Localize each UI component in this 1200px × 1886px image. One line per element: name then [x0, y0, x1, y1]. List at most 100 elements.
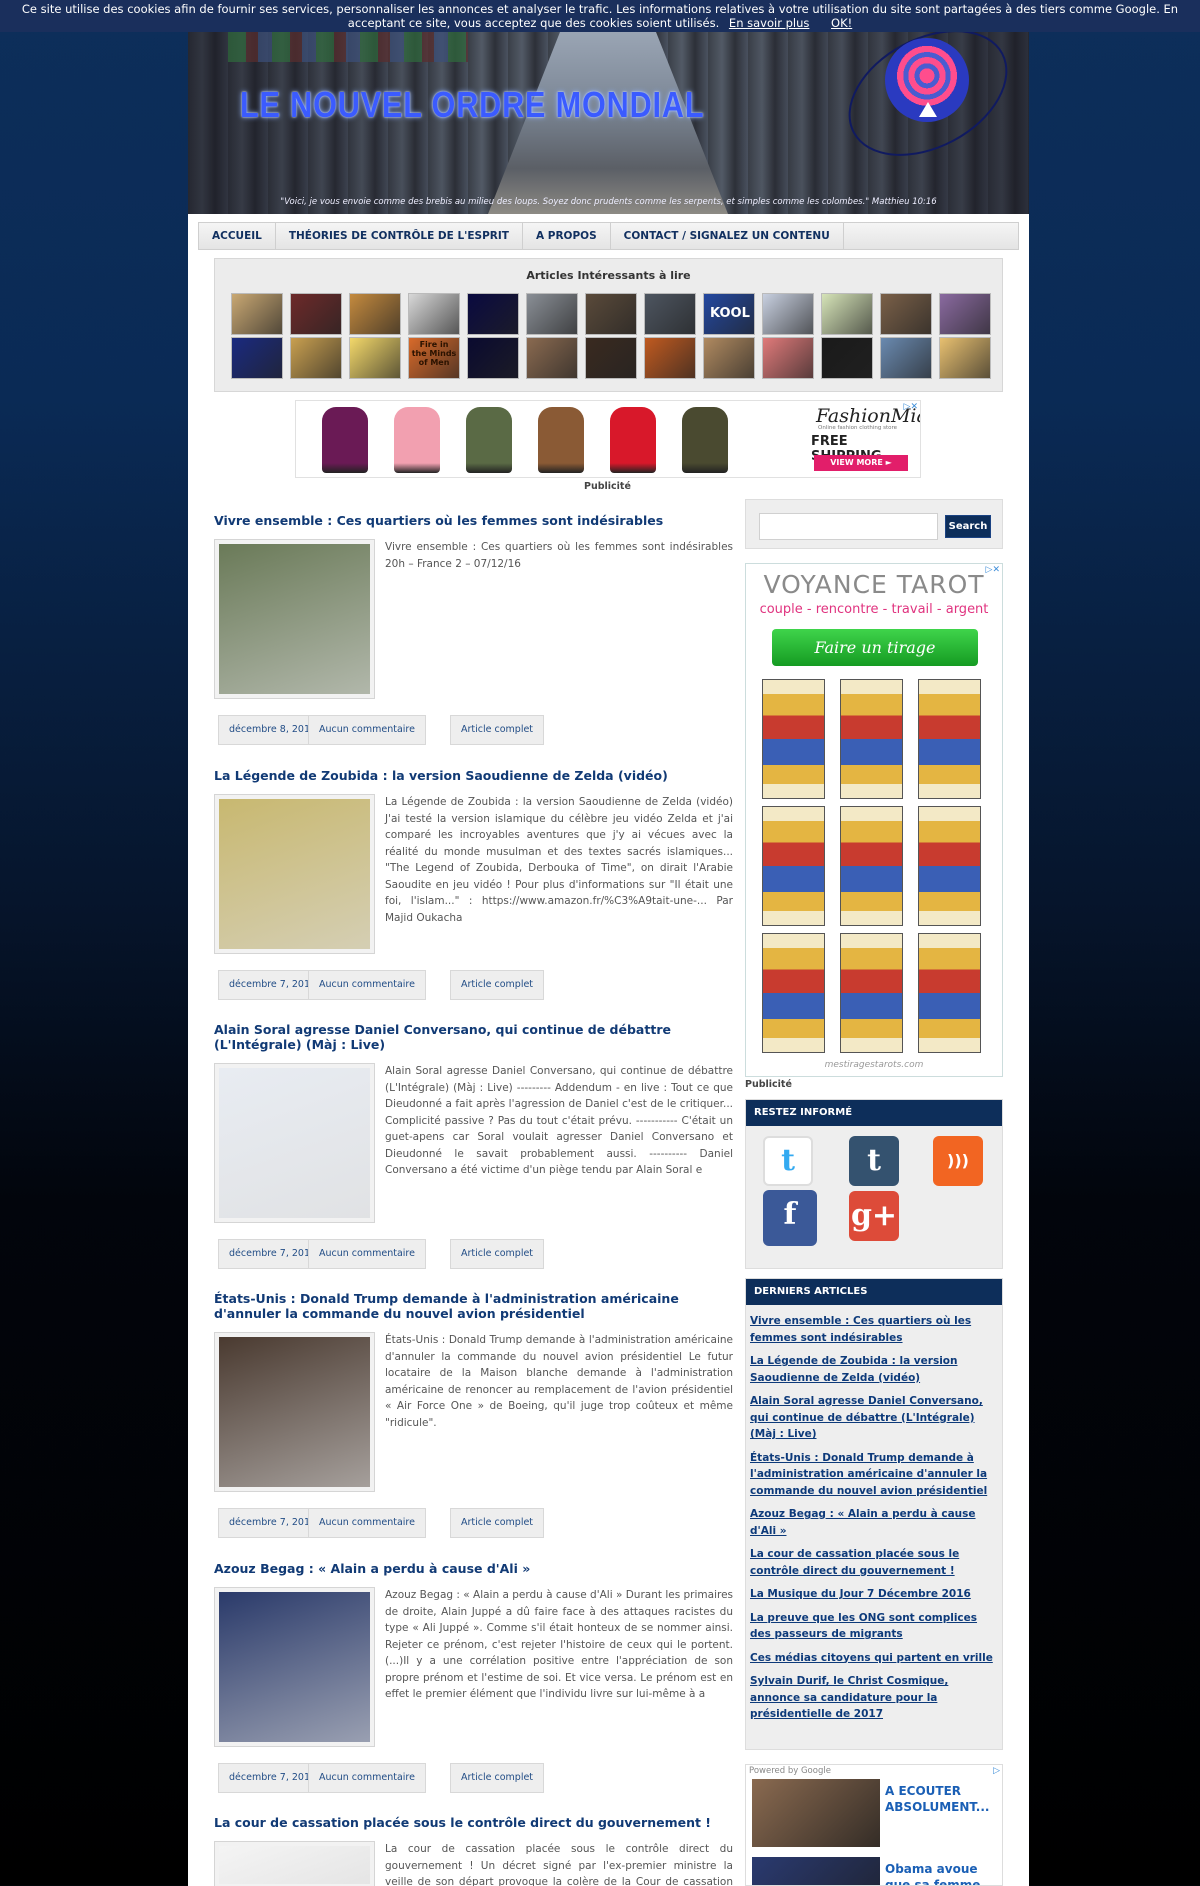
- adchoices-icon[interactable]: ▷: [993, 1766, 1000, 1776]
- featured-thumbnail[interactable]: KOOL: [703, 293, 755, 335]
- thumbnail-caption: Fire in the Minds of Men: [411, 340, 457, 367]
- featured-thumbnail[interactable]: [939, 293, 991, 335]
- featured-thumbnail[interactable]: [526, 337, 578, 379]
- tarot-ad[interactable]: ▷✕ VOYANCE TAROT couple - rencontre - tr…: [745, 563, 1003, 1077]
- post-read-more-button[interactable]: Article complet: [450, 1239, 545, 1269]
- featured-thumbnail[interactable]: [644, 337, 696, 379]
- featured-thumbnail[interactable]: [408, 293, 460, 335]
- post-thumbnail[interactable]: [214, 1587, 375, 1747]
- tarot-site: mestiragestarots.com: [824, 1060, 924, 1070]
- nav-item-theories[interactable]: THÉORIES DE CONTRÔLE DE L'ESPRIT: [276, 223, 523, 249]
- post-thumbnail[interactable]: [214, 1332, 375, 1492]
- facebook-icon[interactable]: f: [763, 1190, 817, 1246]
- featured-thumbnail[interactable]: [939, 337, 991, 379]
- post-title[interactable]: Alain Soral agresse Daniel Conversano, q…: [214, 1022, 733, 1052]
- post-comments-button[interactable]: Aucun commentaire: [308, 1508, 426, 1538]
- tarot-card: [762, 679, 825, 799]
- ad-coat-image[interactable]: [538, 407, 584, 473]
- ad-coat-image[interactable]: [466, 407, 512, 473]
- post-title[interactable]: Azouz Begag : « Alain a perdu à cause d'…: [214, 1561, 733, 1576]
- featured-thumbnail[interactable]: [585, 293, 637, 335]
- featured-thumbnail[interactable]: [349, 293, 401, 335]
- fashion-ad-banner[interactable]: ▷✕ FashionMia Online fashion clothing st…: [295, 400, 921, 478]
- post-read-more-button[interactable]: Article complet: [450, 715, 545, 745]
- post-comments-button[interactable]: Aucun commentaire: [308, 715, 426, 745]
- cookie-banner: Ce site utilise des cookies afin de four…: [0, 0, 1200, 32]
- google-ad-headline[interactable]: Obama avoue que sa femme...: [885, 1861, 997, 1885]
- post-title[interactable]: Vivre ensemble : Ces quartiers où les fe…: [214, 513, 733, 528]
- recent-post-link[interactable]: La preuve que les ONG sont complices des…: [750, 1610, 996, 1643]
- featured-thumbnail[interactable]: Fire in the Minds of Men: [408, 337, 460, 379]
- cookie-more-link[interactable]: En savoir plus: [729, 16, 809, 30]
- featured-thumbnail[interactable]: [880, 293, 932, 335]
- google-ad-image[interactable]: [752, 1779, 880, 1847]
- google-ad-image[interactable]: [752, 1857, 880, 1885]
- recent-post-link[interactable]: États-Unis : Donald Trump demande à l'ad…: [750, 1450, 996, 1500]
- featured-thumbnail[interactable]: [467, 293, 519, 335]
- twitter-icon[interactable]: t: [763, 1136, 813, 1186]
- main-nav: ACCUEIL THÉORIES DE CONTRÔLE DE L'ESPRIT…: [198, 222, 1019, 250]
- featured-thumbnail[interactable]: [762, 337, 814, 379]
- google-ad[interactable]: Powered by Google ▷ A ECOUTER ABSOLUMENT…: [745, 1764, 1003, 1886]
- post-title[interactable]: États-Unis : Donald Trump demande à l'ad…: [214, 1291, 733, 1321]
- search-input[interactable]: [759, 513, 938, 540]
- ad-coat-image[interactable]: [322, 407, 368, 473]
- featured-thumbnail[interactable]: [349, 337, 401, 379]
- recent-post-link[interactable]: La cour de cassation placée sous le cont…: [750, 1546, 996, 1579]
- ad-view-more-button[interactable]: VIEW MORE ►: [814, 455, 908, 471]
- featured-thumbnail[interactable]: [644, 293, 696, 335]
- tarot-card: [918, 933, 981, 1053]
- recent-post-link[interactable]: La Musique du Jour 7 Décembre 2016: [750, 1586, 996, 1603]
- post-comments-button[interactable]: Aucun commentaire: [308, 970, 426, 1000]
- ad-coat-image[interactable]: [682, 407, 728, 473]
- nav-item-contact[interactable]: CONTACT / SIGNALEZ UN CONTENU: [611, 223, 844, 249]
- logo-eye-icon: [919, 102, 937, 117]
- post-title[interactable]: La cour de cassation placée sous le cont…: [214, 1815, 733, 1830]
- featured-thumbnail[interactable]: [231, 293, 283, 335]
- tarot-card: [840, 679, 903, 799]
- google-ad-headline[interactable]: A ECOUTER ABSOLUMENT...: [885, 1783, 997, 1815]
- featured-thumbnail[interactable]: [290, 337, 342, 379]
- featured-articles-widget: Articles Intéressants à lire KOOL Fire i…: [214, 258, 1003, 392]
- featured-thumbnail[interactable]: [467, 337, 519, 379]
- post-comments-button[interactable]: Aucun commentaire: [308, 1239, 426, 1269]
- featured-thumbnail[interactable]: [703, 337, 755, 379]
- post-thumbnail[interactable]: [214, 794, 375, 954]
- recent-post-link[interactable]: Azouz Begag : « Alain a perdu à cause d'…: [750, 1506, 996, 1539]
- recent-post-link[interactable]: La Légende de Zoubida : la version Saoud…: [750, 1353, 996, 1386]
- post-thumbnail[interactable]: [214, 539, 375, 699]
- site-title[interactable]: LE NOUVEL ORDRE MONDIAL: [240, 84, 704, 126]
- featured-thumbnail[interactable]: [585, 337, 637, 379]
- post-read-more-button[interactable]: Article complet: [450, 1508, 545, 1538]
- featured-thumbnail[interactable]: [762, 293, 814, 335]
- tarot-draw-button[interactable]: Faire un tirage: [772, 629, 978, 666]
- post-thumbnail[interactable]: [214, 1063, 375, 1223]
- featured-thumbnail[interactable]: [821, 337, 873, 379]
- rss-icon[interactable]: ))): [933, 1136, 983, 1186]
- featured-thumbnail[interactable]: [821, 293, 873, 335]
- ad-coat-image[interactable]: [610, 407, 656, 473]
- nav-item-a-propos[interactable]: A PROPOS: [523, 223, 611, 249]
- tumblr-icon[interactable]: t: [849, 1136, 899, 1186]
- googleplus-icon[interactable]: g+: [849, 1191, 899, 1241]
- featured-thumbnail[interactable]: [290, 293, 342, 335]
- featured-thumbnail[interactable]: [526, 293, 578, 335]
- post-read-more-button[interactable]: Article complet: [450, 1763, 545, 1793]
- featured-thumbnail[interactable]: [880, 337, 932, 379]
- featured-thumbnail[interactable]: [231, 337, 283, 379]
- recent-post-link[interactable]: Alain Soral agresse Daniel Conversano, q…: [750, 1393, 996, 1443]
- post-title[interactable]: La Légende de Zoubida : la version Saoud…: [214, 768, 733, 783]
- nav-item-accueil[interactable]: ACCUEIL: [199, 223, 276, 249]
- social-widget: RESTEZ INFORMÉ t t ))) f g+: [745, 1099, 1003, 1269]
- recent-post-link[interactable]: Vivre ensemble : Ces quartiers où les fe…: [750, 1313, 996, 1346]
- search-button[interactable]: Search: [945, 515, 991, 538]
- recent-post-link[interactable]: Ces médias citoyens qui partent en vrill…: [750, 1650, 996, 1667]
- post-read-more-button[interactable]: Article complet: [450, 970, 545, 1000]
- ad-brand-sub: Online fashion clothing store: [818, 425, 897, 431]
- cookie-ok-button[interactable]: OK!: [831, 16, 852, 30]
- ad-coat-image[interactable]: [394, 407, 440, 473]
- googleplus-glyph: g+: [850, 1198, 898, 1233]
- post-thumbnail[interactable]: [214, 1841, 375, 1886]
- post-comments-button[interactable]: Aucun commentaire: [308, 1763, 426, 1793]
- recent-post-link[interactable]: Sylvain Durif, le Christ Cosmique, annon…: [750, 1673, 996, 1723]
